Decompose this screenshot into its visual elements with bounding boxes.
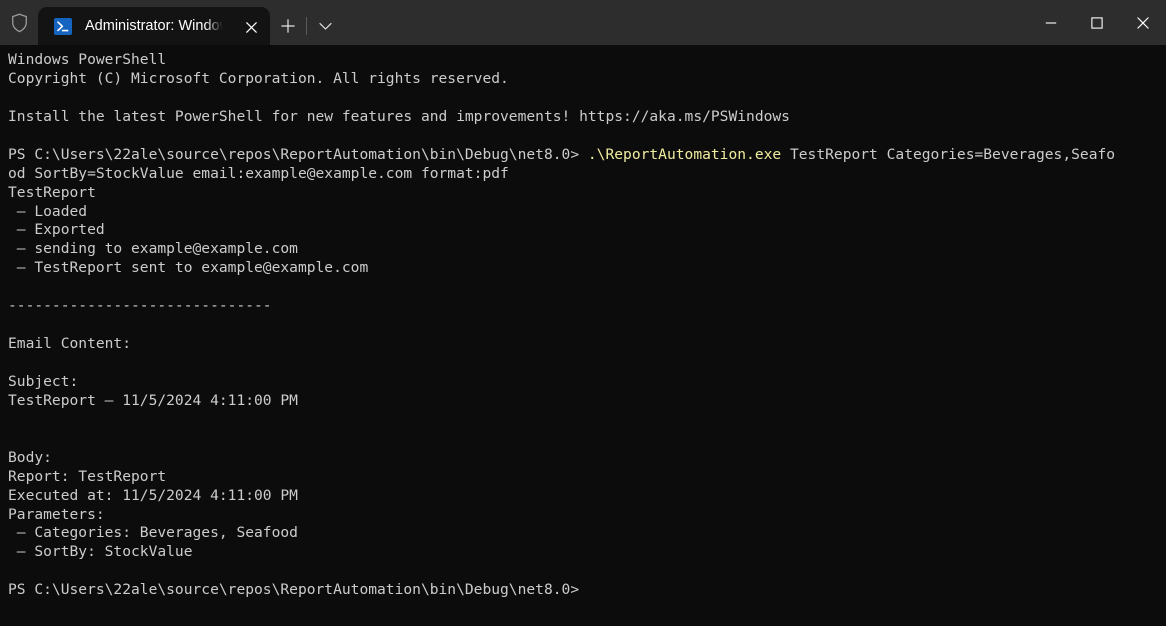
terminal-line: – sending to example@example.com xyxy=(8,240,298,258)
terminal-line: Email Content: xyxy=(8,335,132,353)
tab-title: Administrator: Windows PowerShell xyxy=(85,18,223,34)
terminal-line: Copyright (C) Microsoft Corporation. All… xyxy=(8,69,509,87)
tab-administrator-windows-powershell[interactable]: Administrator: Windows PowerShell xyxy=(38,7,270,45)
terminal-command-args: TestReport Categories=Beverages,Seafo xyxy=(781,145,1116,163)
maximize-button[interactable] xyxy=(1074,0,1120,45)
title-bar: Administrator: Windows PowerShell xyxy=(0,0,1166,45)
terminal-line: PS C:\Users\22ale\source\repos\ReportAut… xyxy=(8,146,1166,165)
terminal-line: Body: xyxy=(8,448,52,466)
close-icon[interactable] xyxy=(240,16,262,38)
close-button[interactable] xyxy=(1120,0,1166,45)
terminal-line: Windows PowerShell xyxy=(8,51,167,68)
terminal-command: .\ReportAutomation.exe xyxy=(587,145,782,163)
chevron-down-icon[interactable] xyxy=(307,7,343,45)
terminal-line: – Exported xyxy=(8,221,105,239)
terminal-prompt: PS C:\Users\22ale\source\repos\ReportAut… xyxy=(8,145,588,163)
terminal-line: Install the latest PowerShell for new fe… xyxy=(8,107,790,125)
terminal-line: Subject: xyxy=(8,372,79,390)
terminal-line: – Loaded xyxy=(8,202,88,220)
titlebar-drag-region xyxy=(343,0,1028,45)
new-tab-button[interactable] xyxy=(270,7,306,45)
terminal-line: PS C:\Users\22ale\source\repos\ReportAut… xyxy=(8,581,580,599)
terminal-line: TestReport – 11/5/2024 4:11:00 PM xyxy=(8,391,298,409)
terminal-line: TestReport xyxy=(8,183,96,201)
terminal-line: ------------------------------ xyxy=(8,297,272,315)
terminal-line: – SortBy: StockValue xyxy=(8,543,193,561)
window-controls xyxy=(1028,0,1166,45)
tab-strip: Administrator: Windows PowerShell xyxy=(38,0,343,45)
terminal-output-area[interactable]: Windows PowerShell Copyright (C) Microsof… xyxy=(0,45,1166,626)
terminal-line: Parameters: xyxy=(8,505,105,523)
powershell-icon xyxy=(54,17,72,35)
terminal-line: – TestReport sent to example@example.com xyxy=(8,259,369,277)
minimize-button[interactable] xyxy=(1028,0,1074,45)
terminal-line: Report: TestReport xyxy=(8,467,167,485)
terminal-line-list: Windows PowerShell Copyright (C) Microsof… xyxy=(8,51,1166,600)
terminal-line: Executed at: 11/5/2024 4:11:00 PM xyxy=(8,486,298,504)
terminal-line: od SortBy=StockValue email:example@examp… xyxy=(8,164,509,182)
shield-icon xyxy=(0,0,38,45)
terminal-line: – Categories: Beverages, Seafood xyxy=(8,524,298,542)
